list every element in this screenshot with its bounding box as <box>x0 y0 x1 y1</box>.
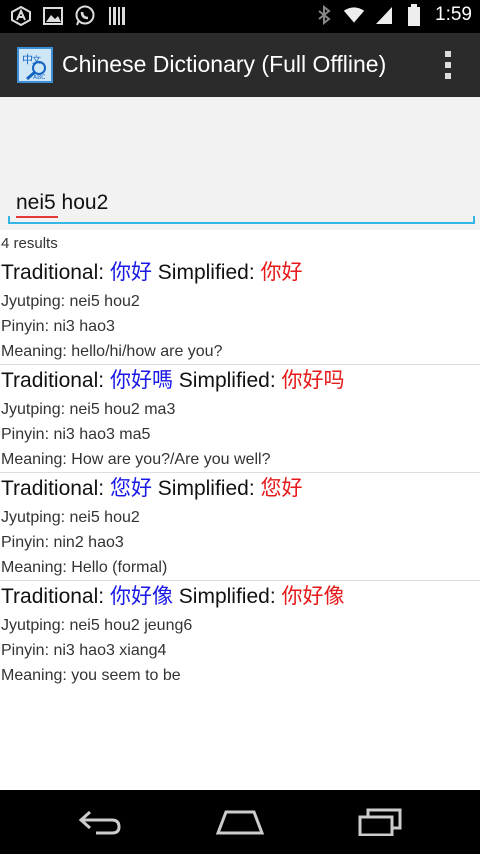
pinyin-line: Pinyin: ni3 hao3 <box>1 318 115 335</box>
jyutping-line: Jyutping: nei5 hou2 <box>1 509 140 526</box>
overflow-dot <box>445 73 451 79</box>
overflow-dot <box>445 62 451 68</box>
search-underline-right-edge <box>473 216 475 224</box>
back-icon[interactable] <box>76 804 124 840</box>
simplified-label: Simplified: <box>178 585 276 608</box>
jyutping-line: Jyutping: nei5 hou2 jeung6 <box>1 617 193 634</box>
simplified-label: Simplified: <box>157 261 255 284</box>
dictionary-app-icon[interactable]: 中 文 ABC <box>17 47 53 83</box>
result-heading: Traditional: 您好 Simplified: 您好 <box>1 473 480 505</box>
result-item[interactable]: Traditional: 你好像 Simplified: 你好像 Jyutpin… <box>0 581 480 688</box>
result-heading: Traditional: 你好像 Simplified: 你好像 <box>1 581 480 613</box>
traditional-chars: 您好 <box>109 477 152 500</box>
whatsapp-icon <box>74 5 96 27</box>
app-title: Chinese Dictionary (Full Offline) <box>62 51 387 77</box>
barcode-icon <box>106 5 128 27</box>
simplified-chars: 你好 <box>260 261 303 284</box>
home-icon[interactable] <box>216 804 264 840</box>
result-heading: Traditional: 你好嗎 Simplified: 你好吗 <box>1 365 480 397</box>
simplified-chars: 你好像 <box>281 585 345 608</box>
bluetooth-icon <box>313 4 335 26</box>
simplified-label: Simplified: <box>178 369 276 392</box>
search-underline-left-edge <box>8 216 10 224</box>
battery-icon <box>403 4 425 26</box>
pinyin-line: Pinyin: nin2 hao3 <box>1 534 124 551</box>
jyutping-line: Jyutping: nei5 hou2 ma3 <box>1 401 176 418</box>
results-list[interactable]: 4 results Traditional: 你好 Simplified: 你好… <box>0 230 480 790</box>
result-item[interactable]: Traditional: 您好 Simplified: 您好 Jyutping:… <box>0 473 480 581</box>
status-bar: 1:59 <box>0 0 480 33</box>
status-bar-notifications <box>10 5 128 27</box>
traditional-chars: 你好像 <box>109 585 173 608</box>
recents-icon[interactable] <box>356 804 404 840</box>
overflow-menu-icon[interactable] <box>444 51 452 79</box>
traditional-chars: 你好嗎 <box>109 369 173 392</box>
result-item[interactable]: Traditional: 你好 Simplified: 你好 Jyutping:… <box>0 257 480 365</box>
result-item[interactable]: Traditional: 你好嗎 Simplified: 你好吗 Jyutpin… <box>0 365 480 473</box>
pinyin-line: Pinyin: ni3 hao3 xiang4 <box>1 642 167 659</box>
result-heading: Traditional: 你好 Simplified: 你好 <box>1 257 480 289</box>
simplified-chars: 你好吗 <box>281 369 345 392</box>
simplified-label: Simplified: <box>157 477 255 500</box>
meaning-line: Meaning: you seem to be <box>1 667 181 684</box>
wifi-icon <box>343 4 365 26</box>
signal-icon <box>373 4 395 26</box>
accessibility-icon <box>10 5 32 27</box>
search-underline <box>8 222 475 224</box>
search-field[interactable] <box>8 186 475 226</box>
overflow-dot <box>445 51 451 57</box>
pinyin-line: Pinyin: ni3 hao3 ma5 <box>1 426 151 443</box>
svg-text:ABC: ABC <box>33 74 45 81</box>
spellcheck-underline <box>16 216 58 218</box>
status-time: 1:59 <box>435 4 472 25</box>
traditional-label: Traditional: <box>1 585 105 608</box>
action-bar: 中 文 ABC Chinese Dictionary (Full Offline… <box>0 33 480 97</box>
meaning-line: Meaning: hello/hi/how are you? <box>1 343 223 360</box>
meaning-line: Meaning: How are you?/Are you well? <box>1 451 271 468</box>
navigation-bar <box>0 790 480 854</box>
results-count: 4 results <box>1 235 58 252</box>
meaning-line: Meaning: Hello (formal) <box>1 559 168 576</box>
search-input[interactable] <box>14 186 468 220</box>
jyutping-line: Jyutping: nei5 hou2 <box>1 293 140 310</box>
status-bar-system: 1:59 <box>313 4 472 26</box>
traditional-label: Traditional: <box>1 369 105 392</box>
traditional-label: Traditional: <box>1 261 105 284</box>
traditional-chars: 你好 <box>109 261 152 284</box>
simplified-chars: 您好 <box>260 477 303 500</box>
traditional-label: Traditional: <box>1 477 105 500</box>
gallery-icon <box>42 5 64 27</box>
